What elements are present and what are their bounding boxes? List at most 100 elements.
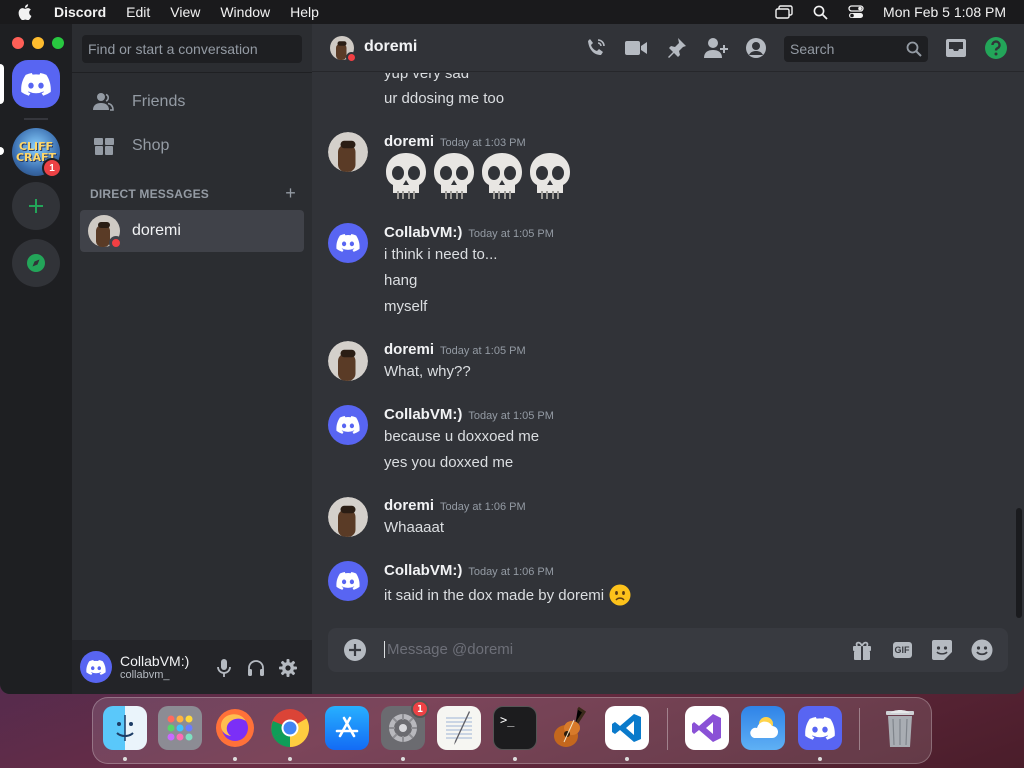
message-author-row: doremi Today at 1:05 PM bbox=[384, 341, 526, 358]
message-timestamp: Today at 1:03 PM bbox=[440, 137, 526, 149]
garageband-icon[interactable] bbox=[548, 706, 592, 750]
frowning-face-emoji-icon bbox=[609, 584, 631, 606]
microphone-icon[interactable] bbox=[214, 658, 234, 678]
minimize-window-button[interactable] bbox=[32, 37, 44, 49]
visual-studio-code-icon[interactable] bbox=[605, 706, 649, 750]
user-panel: CollabVM:) collabvm_ bbox=[72, 640, 312, 694]
menu-app-name[interactable]: Discord bbox=[54, 4, 106, 20]
inbox-icon[interactable] bbox=[944, 36, 968, 60]
menu-edit[interactable]: Edit bbox=[126, 4, 150, 20]
avatar[interactable] bbox=[328, 132, 368, 172]
gift-icon[interactable] bbox=[850, 638, 874, 662]
user-settings-gear-icon[interactable] bbox=[278, 658, 298, 678]
control-center-icon[interactable] bbox=[847, 4, 865, 20]
message-author[interactable]: doremi bbox=[384, 341, 434, 358]
avatar[interactable] bbox=[328, 341, 368, 381]
skull-emoji-icon bbox=[434, 153, 474, 199]
message-composer[interactable]: Message @doremi GIF bbox=[328, 628, 1008, 672]
avatar[interactable] bbox=[328, 223, 368, 263]
system-settings-icon[interactable]: 1 bbox=[381, 700, 429, 750]
message-author[interactable]: CollabVM:) bbox=[384, 406, 462, 423]
user-profile-icon[interactable] bbox=[744, 36, 768, 60]
discord-logo-icon bbox=[336, 416, 360, 434]
sticker-icon[interactable] bbox=[930, 638, 954, 662]
dm-sidebar: Find or start a conversation Friends Sho… bbox=[72, 24, 312, 694]
terminal-prompt-glyph: >_ bbox=[500, 713, 515, 727]
server-rail: CLIFF CRAFT 1 bbox=[0, 24, 72, 694]
upload-plus-icon[interactable] bbox=[344, 639, 366, 661]
emoji-picker-icon[interactable] bbox=[970, 638, 994, 662]
message-author-row: doremi Today at 1:03 PM bbox=[384, 133, 526, 150]
avatar[interactable] bbox=[80, 651, 112, 683]
textedit-icon[interactable] bbox=[437, 706, 481, 750]
macos-dock: 1 >_ bbox=[92, 697, 932, 764]
menubar-clock[interactable]: Mon Feb 5 1:08 PM bbox=[883, 4, 1006, 20]
dock-separator bbox=[667, 708, 668, 750]
start-video-call-icon[interactable] bbox=[624, 36, 648, 60]
gif-button[interactable]: GIF bbox=[890, 638, 914, 662]
message-timestamp: Today at 1:06 PM bbox=[468, 566, 554, 578]
message-input[interactable]: Message @doremi bbox=[384, 641, 513, 658]
discord-logo-icon bbox=[336, 234, 360, 252]
message-timestamp: Today at 1:05 PM bbox=[468, 228, 554, 240]
headphones-icon[interactable] bbox=[246, 658, 266, 678]
menu-help[interactable]: Help bbox=[290, 4, 319, 20]
dnd-status-icon bbox=[346, 52, 357, 63]
help-icon[interactable] bbox=[984, 36, 1008, 60]
avatar[interactable] bbox=[328, 497, 368, 537]
app-store-icon[interactable] bbox=[325, 706, 369, 750]
chrome-icon[interactable] bbox=[268, 706, 312, 750]
channel-header: doremi Search bbox=[312, 24, 1024, 72]
direct-messages-home-button[interactable] bbox=[12, 60, 60, 108]
search-icon bbox=[906, 41, 922, 57]
discord-window: CLIFF CRAFT 1 Find or start a conversatio… bbox=[0, 24, 1024, 694]
message-author-row: CollabVM:) Today at 1:06 PM bbox=[384, 562, 554, 579]
create-dm-button[interactable]: + bbox=[285, 184, 296, 202]
dm-item-doremi[interactable]: doremi bbox=[80, 210, 304, 252]
skull-emoji-icon bbox=[386, 153, 426, 199]
message-text: hang bbox=[384, 272, 418, 289]
menu-view[interactable]: View bbox=[170, 4, 200, 20]
message-author[interactable]: doremi bbox=[384, 133, 434, 150]
search-input[interactable]: Search bbox=[784, 36, 928, 62]
discord-logo-icon bbox=[805, 716, 835, 740]
skull-emoji-icon bbox=[530, 153, 570, 199]
discord-dock-icon[interactable] bbox=[798, 706, 842, 750]
user-names[interactable]: CollabVM:) collabvm_ bbox=[120, 653, 216, 681]
sidebar-item-shop[interactable]: Shop bbox=[80, 125, 304, 167]
menu-window[interactable]: Window bbox=[220, 4, 270, 20]
message-text: it said in the dox made by doremi bbox=[384, 586, 605, 604]
start-voice-call-icon[interactable] bbox=[584, 36, 608, 60]
running-indicator bbox=[233, 757, 237, 761]
message-scrollbar[interactable] bbox=[1016, 508, 1022, 618]
pinned-messages-icon[interactable] bbox=[664, 36, 688, 60]
firefox-icon[interactable] bbox=[213, 706, 257, 750]
message-author[interactable]: CollabVM:) bbox=[384, 562, 462, 579]
launchpad-icon[interactable] bbox=[158, 706, 202, 750]
server-icon-cliff[interactable]: CLIFF CRAFT 1 bbox=[12, 128, 62, 178]
stage-manager-icon[interactable] bbox=[775, 4, 793, 20]
finder-icon[interactable] bbox=[103, 706, 147, 750]
apple-menu-icon[interactable] bbox=[18, 4, 32, 20]
trash-icon[interactable] bbox=[878, 706, 922, 750]
close-window-button[interactable] bbox=[12, 37, 24, 49]
sidebar-item-friends[interactable]: Friends bbox=[80, 81, 304, 123]
avatar[interactable] bbox=[328, 405, 368, 445]
terminal-icon[interactable]: >_ bbox=[493, 706, 537, 750]
message-author-row: CollabVM:) Today at 1:05 PM bbox=[384, 224, 554, 241]
user-username: collabvm_ bbox=[120, 669, 170, 681]
spotlight-search-icon[interactable] bbox=[811, 4, 829, 20]
weather-icon[interactable] bbox=[741, 706, 785, 750]
message-author[interactable]: doremi bbox=[384, 497, 434, 514]
find-conversation-input[interactable]: Find or start a conversation bbox=[82, 35, 302, 63]
zoom-window-button[interactable] bbox=[52, 37, 64, 49]
dm-section-header: DIRECT MESSAGES + bbox=[90, 184, 296, 202]
add-friends-to-dm-icon[interactable] bbox=[704, 36, 728, 60]
avatar[interactable] bbox=[328, 561, 368, 601]
explore-servers-button[interactable] bbox=[12, 239, 60, 287]
user-display-name: CollabVM:) bbox=[120, 653, 190, 669]
gif-label: GIF bbox=[892, 642, 912, 658]
add-server-button[interactable] bbox=[12, 182, 60, 230]
visual-studio-icon[interactable] bbox=[685, 706, 729, 750]
message-author[interactable]: CollabVM:) bbox=[384, 224, 462, 241]
